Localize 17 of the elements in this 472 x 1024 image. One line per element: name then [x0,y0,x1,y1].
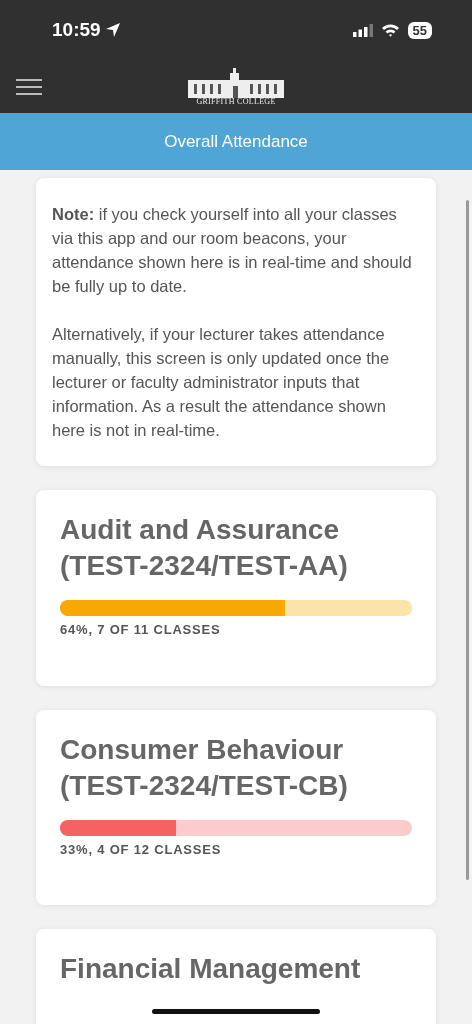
page-title: Overall Attendance [164,130,308,153]
course-name: Consumer Behaviour (TEST-2324/TEST-CB) [60,732,349,803]
course-card[interactable]: Financial Management [36,929,436,1024]
signal-icon [352,23,373,37]
location-arrow-icon [104,22,121,38]
wifi-icon [380,23,400,37]
attendance-summary: 33%, 4 OF 12 CLASSES [60,840,223,859]
status-time: 10:59 [52,17,101,42]
note-paragraph: Alternatively, if your lecturer takes attendance manually, this screen is only updated once the lecturer or faculty administrator inputs that information. As a result the attendance shown here is not in real-time. [52,324,391,441]
course-card[interactable]: Audit and Assurance (TEST-2324/TEST-AA) 64%, 7 OF 11 CLASSES [36,490,436,686]
course-name: Financial Management [60,952,362,986]
attendance-summary: 64%, 7 OF 11 CLASSES [60,621,222,639]
logo-text: GRIFFITH COLLEGE [196,98,276,106]
course-card[interactable]: Consumer Behaviour (TEST-2324/TEST-CB) 33%, 4 OF 12 CLASSES [36,709,436,905]
course-name: Audit and Assurance (TEST-2324/TEST-AA) [60,513,349,583]
battery-level: 55 [407,21,432,39]
note-paragraph: Note: if you check yourself into all your classes via this app and our room beacons, your attendance shown here is in real-time and should be fully up to date. [52,204,413,297]
